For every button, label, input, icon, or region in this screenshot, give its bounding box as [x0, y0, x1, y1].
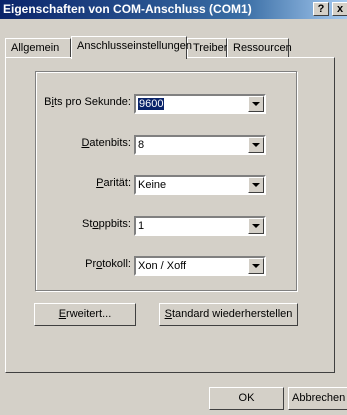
chevron-down-icon[interactable] — [248, 96, 264, 112]
abbrechen-button[interactable]: Abbrechen — [288, 387, 347, 410]
label-text: atenbits: — [89, 137, 131, 149]
tab-treiber[interactable]: Treiber — [187, 38, 227, 58]
button-label: tandard wiederherstellen — [171, 308, 293, 320]
title-bar: Eigenschaften von COM-Anschluss (COM1) ?… — [0, 0, 347, 19]
label-text: arität: — [103, 177, 131, 189]
protokoll-label: Protokoll: — [40, 258, 131, 270]
paritaet-select[interactable]: Keine — [134, 175, 266, 195]
select-value: Keine — [138, 179, 167, 191]
tab-label: Ressourcen — [233, 42, 292, 54]
window-title: Eigenschaften von COM-Anschluss (COM1) — [3, 2, 252, 16]
chevron-down-icon[interactable] — [248, 177, 264, 193]
label-text: ppbits: — [98, 218, 131, 230]
help-icon: ? — [317, 3, 325, 15]
stoppbits-select[interactable]: 1 — [134, 216, 266, 236]
chevron-down-icon[interactable] — [248, 218, 264, 234]
button-label: Abbrechen — [292, 392, 346, 404]
bits-pro-sekunde-select[interactable]: 9600 — [134, 94, 266, 114]
close-button[interactable]: x — [332, 2, 347, 16]
button-label: OK — [238, 392, 255, 404]
bits-pro-sekunde-label: Bits pro Sekunde: — [40, 96, 131, 108]
standard-wiederherstellen-button[interactable]: Standard wiederherstellen — [159, 303, 298, 326]
select-value: 8 — [138, 139, 145, 151]
paritaet-label: Parität: — [40, 177, 131, 189]
button-mnemonic: S — [164, 308, 172, 320]
button-mnemonic: E — [58, 308, 67, 320]
label-text: St — [82, 218, 93, 230]
tab-anschlusseinstellungen[interactable]: Anschlusseinstellungen — [71, 36, 192, 59]
label-text: Pr — [85, 258, 97, 270]
select-value: Xon / Xoff — [138, 260, 187, 272]
chevron-down-icon[interactable] — [248, 258, 264, 274]
label-text: ts pro Sekunde: — [53, 96, 131, 108]
datenbits-label: Datenbits: — [40, 137, 131, 149]
datenbits-select[interactable]: 8 — [134, 135, 266, 155]
stoppbits-label: Stoppbits: — [40, 218, 131, 230]
protokoll-select[interactable]: Xon / Xoff — [134, 256, 266, 276]
chevron-down-icon[interactable] — [248, 137, 264, 153]
label-text: tokoll: — [102, 258, 131, 270]
erweitert-button[interactable]: Erweitert... — [34, 303, 136, 326]
help-button[interactable]: ? — [313, 2, 329, 16]
ok-button[interactable]: OK — [209, 387, 284, 410]
tab-label: Anschlusseinstellungen — [77, 40, 192, 52]
button-label: rweitert... — [66, 308, 112, 320]
tab-allgemein[interactable]: Allgemein — [5, 38, 71, 58]
select-value: 1 — [138, 220, 145, 232]
close-icon: x — [336, 3, 344, 15]
select-value: 9600 — [138, 98, 165, 110]
tab-label: Allgemein — [11, 42, 60, 54]
tab-label: Treiber — [193, 42, 228, 54]
tab-ressourcen[interactable]: Ressourcen — [227, 38, 292, 58]
